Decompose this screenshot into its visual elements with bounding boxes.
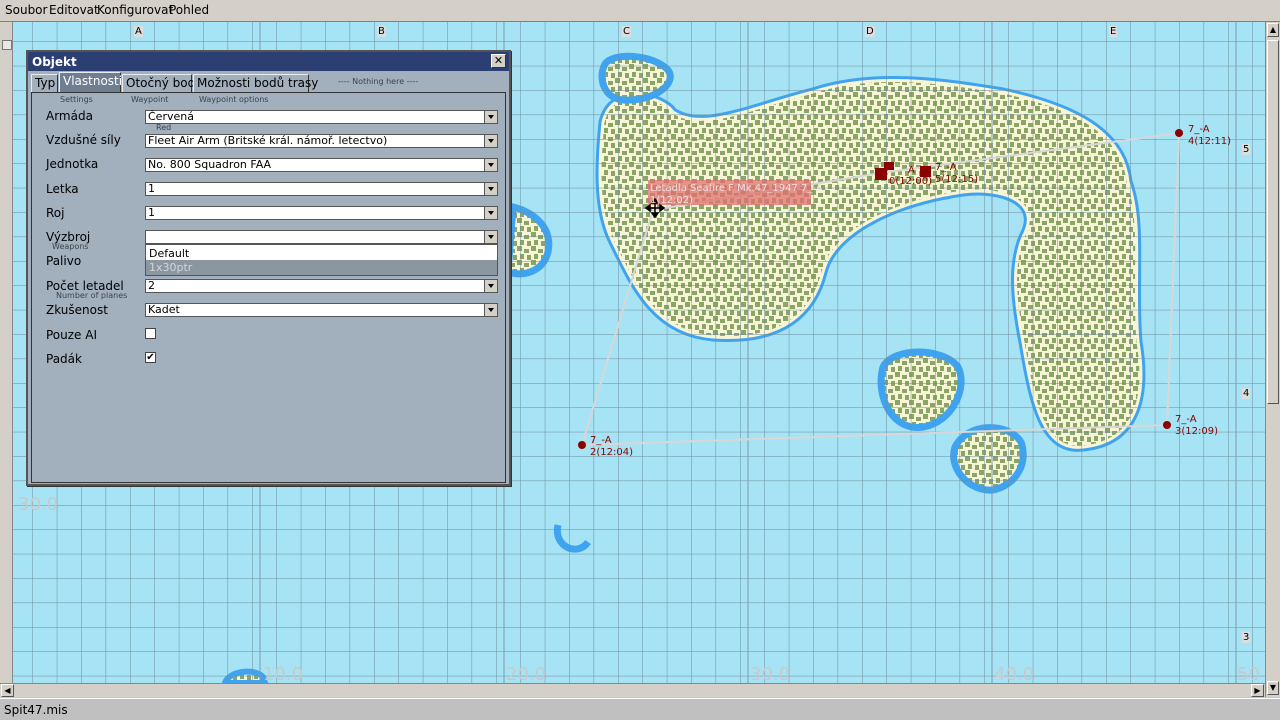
padak-checkbox[interactable]: ✔ — [145, 352, 156, 363]
col-label-d: D — [865, 26, 875, 37]
armada-value: Červená — [148, 110, 194, 123]
waypoint-0-sub: 0(12:00) — [889, 176, 932, 187]
chevron-down-icon[interactable] — [484, 159, 497, 171]
waypoint-2-marker[interactable] — [578, 441, 586, 449]
close-icon[interactable]: ✕ — [491, 54, 506, 68]
tab-moznosti-bodu-trasy[interactable]: Možnosti bodů trasy — [193, 74, 318, 92]
zkusenost-select[interactable]: Kadet — [145, 303, 498, 317]
scroll-left-arrow-icon[interactable]: ◀ — [1, 684, 14, 697]
scale-label-50: 50 — [1237, 664, 1260, 683]
waypoint-4-label: 7_-A — [1188, 124, 1210, 135]
vzdusne-sily-value: Fleet Air Arm (Britské král. námoř. lete… — [148, 134, 388, 147]
ruler-marker — [2, 40, 12, 50]
tab-typ[interactable]: Typ — [31, 74, 58, 92]
hint-weapons: Weapons — [52, 242, 89, 251]
waypoint-4-sub: 4(12:11) — [1188, 136, 1231, 147]
label-roj: Roj — [46, 206, 65, 220]
jednotka-select[interactable]: No. 800 Squadron FAA — [145, 158, 498, 172]
object-dialog: Objekt ✕ Typ Vlastnosti Otočný bod Možno… — [26, 50, 511, 486]
properties-panel: Armáda Červená Red Vzdušné síly Fleet Ai… — [31, 92, 506, 483]
label-padak: Padák — [46, 352, 82, 366]
horizontal-scrollbar[interactable]: ◀ ▶ — [0, 683, 1265, 697]
chevron-down-icon[interactable] — [484, 207, 497, 219]
row-label-5: 5 — [1242, 144, 1251, 155]
label-letka: Letka — [46, 182, 79, 196]
menu-konfigurovat[interactable]: Konfigurovat — [97, 3, 173, 17]
vzdusne-sily-select[interactable]: Fleet Air Arm (Britské král. námoř. lete… — [145, 134, 498, 148]
status-filename: Spit47.mis — [4, 703, 68, 717]
waypoint-2-label: 7_-A — [590, 435, 612, 446]
plane-icon — [884, 162, 894, 170]
col-label-b: B — [377, 26, 386, 37]
waypoint-5-label: 7_-A — [935, 162, 957, 173]
selected-object-sub: 1(12:02) — [650, 195, 693, 206]
dialog-title: Objekt — [32, 55, 77, 69]
waypoint-3-marker[interactable] — [1163, 421, 1171, 429]
label-jednotka: Jednotka — [46, 157, 99, 171]
row-label-4: 4 — [1242, 388, 1251, 399]
pouze-ai-checkbox[interactable] — [145, 328, 156, 339]
status-bar: Spit47.mis — [0, 698, 1280, 720]
scale-label-20: 20.0 — [506, 664, 547, 683]
waypoint-4-marker[interactable] — [1175, 129, 1183, 137]
letka-select[interactable]: 1 — [145, 182, 498, 196]
waypoint-5-sub: 5(12:15) — [935, 174, 978, 185]
hint-number-of-planes: Number of planes — [56, 291, 128, 300]
chevron-down-icon[interactable] — [484, 183, 497, 195]
col-label-c: C — [622, 26, 631, 37]
scroll-down-arrow-icon[interactable]: ▼ — [1267, 681, 1279, 695]
weapons-option-default[interactable]: Default — [146, 246, 497, 261]
scroll-up-arrow-icon[interactable]: ▲ — [1267, 23, 1279, 37]
menu-pohled[interactable]: Pohled — [169, 3, 209, 17]
label-pouze-ai: Pouze AI — [46, 328, 97, 342]
jednotka-value: No. 800 Squadron FAA — [148, 158, 272, 171]
check-icon: ✔ — [146, 352, 155, 363]
hint-red: Red — [156, 123, 172, 132]
vertical-scroll-thumb[interactable] — [1267, 40, 1279, 404]
pocet-letadel-value: 2 — [148, 279, 155, 292]
label-armada: Armáda — [46, 109, 93, 123]
waypoint-2-sub: 2(12:04) — [590, 447, 633, 458]
weapons-option-1x30ptr[interactable]: 1x30ptr — [146, 260, 497, 275]
pocet-letadel-select[interactable]: 2 — [145, 279, 498, 293]
vertical-scrollbar[interactable]: ▲ ▼ — [1265, 22, 1280, 697]
waypoint-3-sub: 3(12:09) — [1175, 426, 1218, 437]
scroll-right-arrow-icon[interactable]: ▶ — [1251, 684, 1264, 697]
roj-value: 1 — [148, 206, 155, 219]
chevron-down-icon[interactable] — [484, 135, 497, 147]
letka-value: 1 — [148, 182, 155, 195]
chevron-down-icon[interactable] — [484, 280, 497, 292]
scale-label-40: 40.0 — [994, 664, 1035, 683]
zkusenost-value: Kadet — [148, 303, 180, 316]
row-label-3: 3 — [1242, 632, 1251, 643]
armada-select[interactable]: Červená — [145, 110, 498, 124]
menu-soubor[interactable]: Soubor — [5, 3, 47, 17]
dialog-titlebar[interactable]: Objekt ✕ — [28, 52, 509, 71]
label-palivo: Palivo — [46, 254, 82, 268]
selected-object-title[interactable]: Letadla Seafire F Mk.47_1947 7_-A — [650, 183, 823, 194]
side-scale-label: 30.0 — [18, 494, 59, 515]
chevron-down-icon[interactable] — [484, 304, 497, 316]
vyzbroj-select[interactable] — [145, 230, 498, 244]
tab-vlastnosti[interactable]: Vlastnosti — [59, 72, 122, 93]
chevron-down-icon[interactable] — [484, 111, 497, 123]
label-zkusenost: Zkušenost — [46, 303, 108, 317]
weapons-dropdown-list[interactable]: Default 1x30ptr — [145, 244, 498, 276]
col-label-e: E — [1109, 26, 1118, 37]
menu-editovat[interactable]: Editovat — [49, 3, 99, 17]
label-vzdusne-sily: Vzdušné síly — [46, 133, 121, 147]
roj-select[interactable]: 1 — [145, 206, 498, 220]
waypoint-0-label: A — [908, 165, 915, 176]
scale-label-30: 30.0 — [750, 664, 791, 683]
tab-otocny-bod[interactable]: Otočný bod — [122, 74, 195, 92]
left-ruler — [0, 22, 13, 683]
waypoint-3-label: 7_-A — [1175, 414, 1197, 425]
menu-bar: Soubor Editovat Konfigurovat Pohled — [0, 0, 1280, 22]
tab-hint: ---- Nothing here ---- — [338, 77, 419, 86]
scale-label-10: 10.0 — [263, 664, 304, 683]
col-label-a: A — [134, 26, 143, 37]
chevron-down-icon[interactable] — [484, 231, 497, 243]
